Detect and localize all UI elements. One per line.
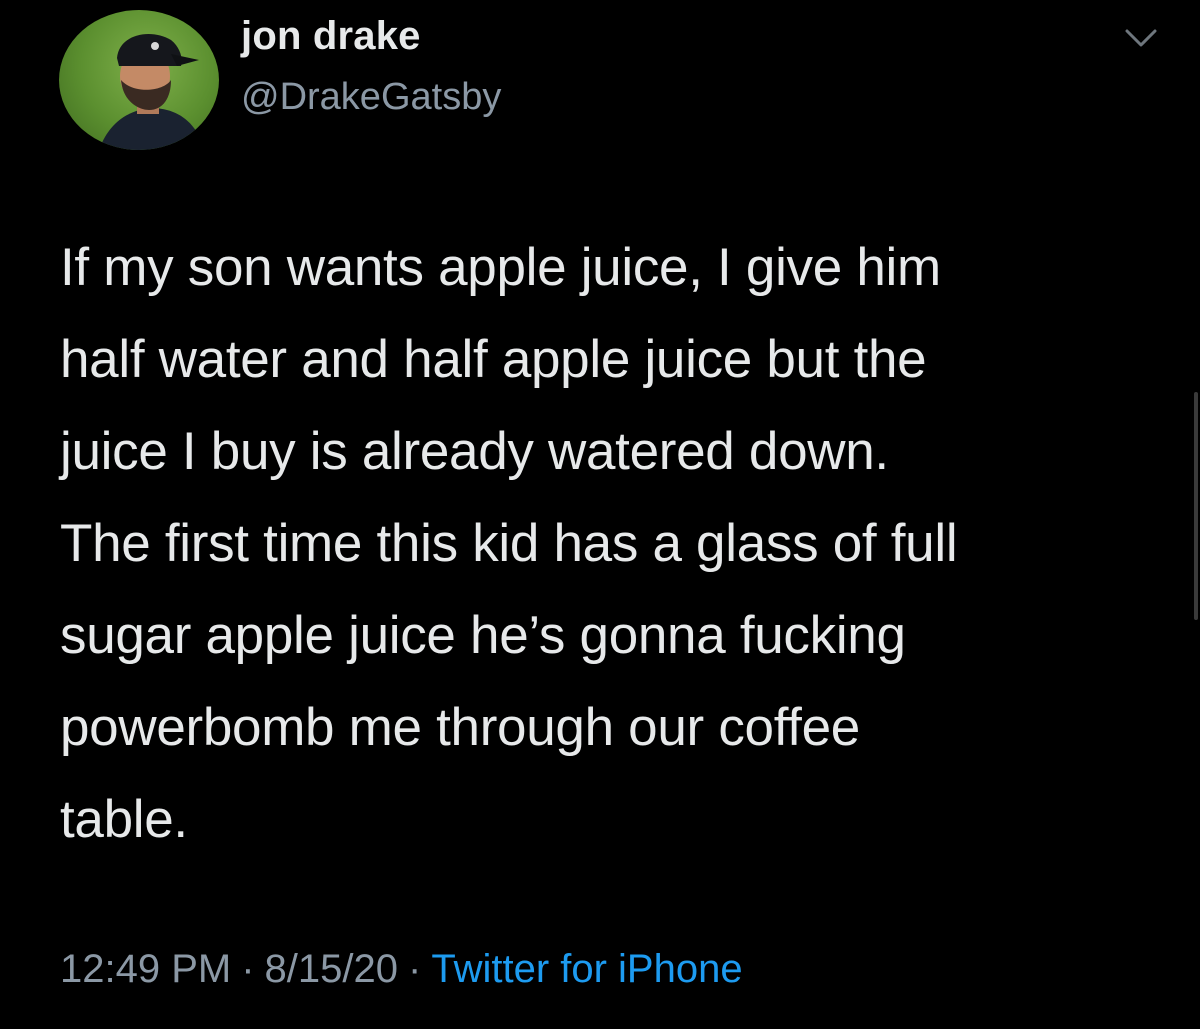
meta-separator: · [408,947,422,991]
chevron-down-icon[interactable] [1124,26,1158,50]
scrollbar[interactable] [1194,392,1198,620]
tweet-time[interactable]: 12:49 PM [60,947,231,991]
tweet-source-link[interactable]: Twitter for iPhone [431,947,742,991]
author-name[interactable]: jon drake [241,14,421,59]
avatar-photo [99,34,204,150]
tweet-date[interactable]: 8/15/20 [265,947,398,991]
tweet-card: jon drake @DrakeGatsby If my son wants a… [0,0,1200,1029]
meta-separator: · [241,947,255,991]
avatar[interactable] [59,10,219,150]
author-handle[interactable]: @DrakeGatsby [241,76,501,119]
tweet-meta: 12:49 PM · 8/15/20 · Twitter for iPhone [60,947,743,992]
tweet-text: If my son wants apple juice, I give him … [60,238,958,849]
